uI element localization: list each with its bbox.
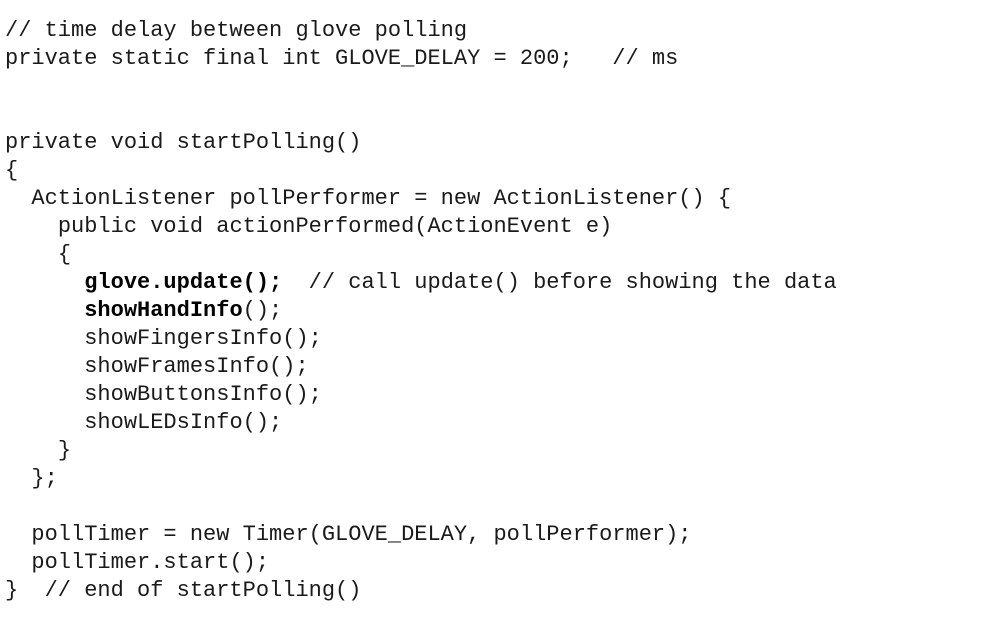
code-line: } [5, 437, 837, 465]
code-token: pollTimer = new Timer(GLOVE_DELAY, pollP… [31, 522, 692, 547]
code-line: showFramesInfo(); [5, 353, 837, 381]
code-token: // call update() before showing the data [282, 270, 837, 295]
code-token: private void startPolling() [5, 130, 362, 155]
code-token: pollTimer.start(); [31, 550, 270, 575]
code-token: showFramesInfo(); [84, 354, 309, 379]
code-line: showButtonsInfo(); [5, 381, 837, 409]
code-token: showLEDsInfo(); [84, 410, 283, 435]
code-token: { [57, 242, 72, 267]
code-listing: // time delay between glove polling priva… [5, 17, 837, 605]
code-token: { [5, 158, 19, 183]
code-line: showHandInfo(); [5, 297, 837, 325]
code-token: ActionListener pollPerformer = new Actio… [31, 186, 732, 211]
code-line: } // end of startPolling() [5, 577, 837, 605]
code-token-bold: glove.update(); [84, 270, 283, 295]
code-line: }; [5, 465, 837, 493]
code-line: public void actionPerformed(ActionEvent … [5, 213, 837, 241]
code-token: showFingersInfo(); [84, 326, 322, 351]
code-line: ActionListener pollPerformer = new Actio… [5, 185, 837, 213]
code-line: // time delay between glove polling [5, 17, 837, 45]
code-token-bold: showHandInfo [84, 298, 243, 323]
code-token: (); [242, 298, 283, 323]
code-line: { [5, 241, 837, 269]
code-line: pollTimer.start(); [5, 549, 837, 577]
code-token: showButtonsInfo(); [84, 382, 322, 407]
code-token: public void actionPerformed(ActionEvent … [57, 214, 613, 239]
code-token: // time delay between glove polling [5, 18, 468, 43]
code-line: private static final int GLOVE_DELAY = 2… [5, 45, 837, 73]
code-token: }; [31, 466, 58, 491]
code-line: pollTimer = new Timer(GLOVE_DELAY, pollP… [5, 521, 837, 549]
code-token: } [57, 438, 72, 463]
code-line: glove.update(); // call update() before … [5, 269, 837, 297]
code-line: showFingersInfo(); [5, 325, 837, 353]
code-line: showLEDsInfo(); [5, 409, 837, 437]
code-token: } // end of startPolling() [5, 578, 362, 603]
code-line: { [5, 157, 837, 185]
code-token: private static final int GLOVE_DELAY = 2… [5, 46, 679, 71]
code-line: private void startPolling() [5, 129, 837, 157]
